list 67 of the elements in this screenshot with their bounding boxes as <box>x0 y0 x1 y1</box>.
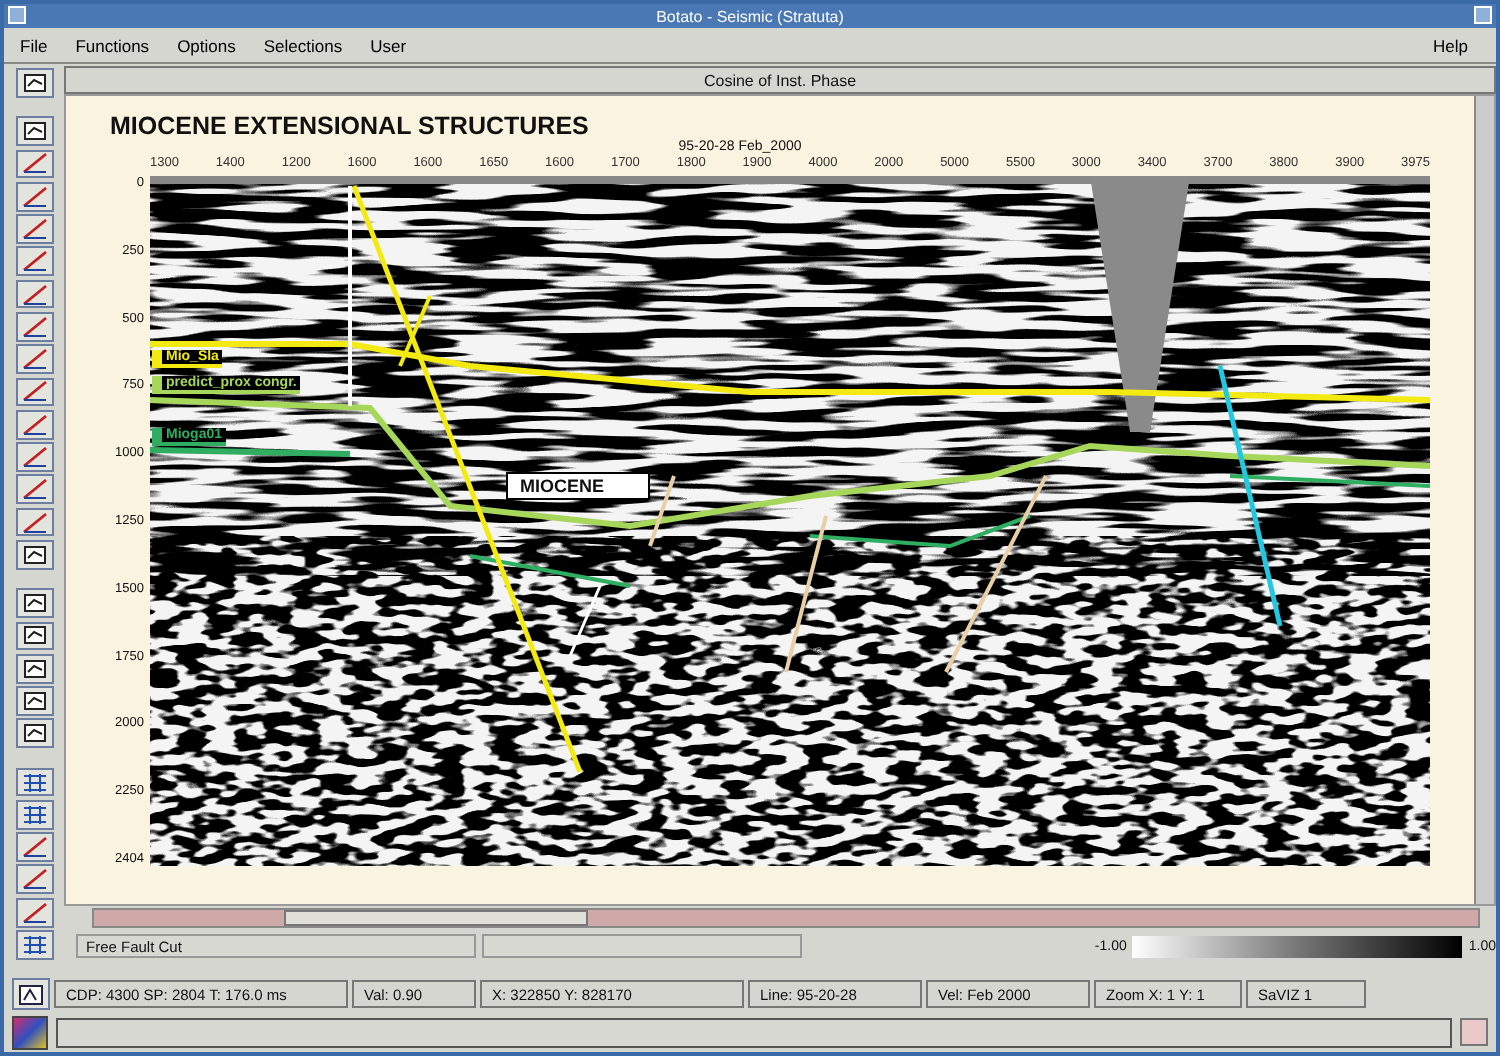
tool-button[interactable] <box>15 246 53 277</box>
tool-button[interactable] <box>15 507 53 537</box>
grid-icon <box>21 771 47 794</box>
tool-button[interactable] <box>15 474 53 505</box>
pick-line-icon <box>21 348 47 371</box>
frame-tool-icon <box>21 543 47 566</box>
tool-button[interactable] <box>15 442 53 472</box>
frame-tool-icon <box>21 689 47 712</box>
tool-button[interactable] <box>15 653 53 684</box>
tool-button[interactable] <box>15 539 53 570</box>
coordinates-button[interactable] <box>12 978 50 1010</box>
scrollbar-thumb[interactable] <box>284 910 588 926</box>
window-title: Botato - Seismic (Stratuta) <box>656 7 844 25</box>
frame-tool-icon <box>21 624 47 647</box>
grid-icon <box>21 803 47 826</box>
tool-button[interactable] <box>15 409 53 440</box>
grid-icon <box>21 933 47 956</box>
tool-button[interactable] <box>15 897 53 928</box>
frame-tool-icon <box>21 71 47 94</box>
empty-field[interactable] <box>482 934 802 958</box>
tool-button[interactable] <box>15 116 53 147</box>
section-title: MIOCENE EXTENSIONAL STRUCTURES <box>108 112 591 140</box>
frame-tool-icon <box>21 120 47 143</box>
frame-tool-icon <box>21 657 47 680</box>
menu-item[interactable]: Selections <box>255 35 363 55</box>
pick-line-icon <box>21 185 47 208</box>
tool-button[interactable] <box>15 718 53 749</box>
annotation-label: MIOCENE <box>506 472 651 500</box>
frame-tool-icon <box>21 592 47 615</box>
tool-button[interactable] <box>15 214 53 244</box>
pick-line-icon <box>21 380 47 403</box>
menu-item[interactable]: Options <box>169 35 256 55</box>
menu-item[interactable]: File <box>12 35 68 55</box>
pick-line-icon <box>21 413 47 436</box>
coordinates-icon <box>18 983 44 1005</box>
pick-line-icon <box>21 478 47 501</box>
pick-line-icon <box>21 901 47 924</box>
pick-line-icon <box>21 283 47 306</box>
pick-line-icon <box>21 445 47 468</box>
menu-item[interactable]: Functions <box>67 35 170 55</box>
pick-line-icon <box>21 511 47 534</box>
tool-button[interactable] <box>15 864 53 895</box>
horizontal-scrollbar[interactable] <box>92 908 1480 928</box>
tool-button[interactable] <box>15 686 53 716</box>
palette-icon[interactable] <box>12 1015 48 1049</box>
tool-button[interactable] <box>15 68 53 98</box>
tool-button[interactable] <box>15 621 53 651</box>
tool-button[interactable] <box>15 344 53 375</box>
help-menu[interactable]: Help <box>1425 35 1488 55</box>
tool-button[interactable] <box>15 181 53 212</box>
close-button[interactable] <box>1460 1018 1488 1046</box>
frame-tool-icon <box>21 722 47 745</box>
pick-line-icon <box>21 152 47 175</box>
pick-line-icon <box>21 836 47 859</box>
tool-button[interactable] <box>15 279 53 309</box>
menu-item[interactable]: User <box>362 35 427 55</box>
tool-button[interactable] <box>15 149 53 179</box>
tool-button[interactable] <box>15 311 53 342</box>
vertical-scrollbar[interactable] <box>1474 96 1494 904</box>
pick-line-icon <box>21 315 47 338</box>
pick-line-icon <box>21 868 47 891</box>
tool-button[interactable] <box>15 377 53 407</box>
tool-button[interactable] <box>15 832 53 862</box>
tool-button[interactable] <box>15 588 53 618</box>
panel-title: Cosine of Inst. Phase <box>703 71 857 89</box>
pick-line-icon <box>21 218 47 241</box>
pick-line-icon <box>21 250 47 273</box>
